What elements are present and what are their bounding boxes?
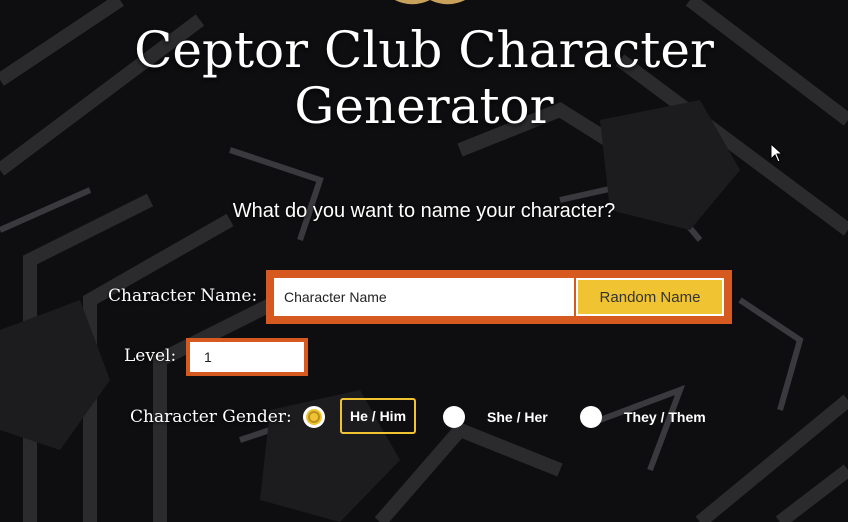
top-ornament bbox=[394, 0, 466, 5]
name-prompt: What do you want to name your character? bbox=[232, 200, 616, 222]
page-title: Ceptor Club Character Generator bbox=[0, 22, 848, 134]
character-name-label: Character Name: bbox=[108, 286, 258, 306]
gender-option-he-him[interactable]: He / Him bbox=[340, 398, 417, 434]
gender-radio-they-them[interactable] bbox=[580, 406, 602, 428]
level-input[interactable] bbox=[190, 342, 304, 372]
title-line-2: Generator bbox=[294, 77, 554, 135]
gender-option-they-them[interactable]: They / Them bbox=[624, 409, 706, 425]
gender-radio-he-him[interactable] bbox=[303, 406, 325, 428]
gender-radio-she-her[interactable] bbox=[443, 406, 465, 428]
mouse-cursor-icon bbox=[770, 143, 784, 163]
character-gender-label: Character Gender: bbox=[130, 407, 292, 427]
character-name-input[interactable] bbox=[274, 278, 574, 316]
random-name-button[interactable]: Random Name bbox=[576, 278, 724, 316]
level-label: Level: bbox=[124, 346, 177, 366]
gender-option-she-her[interactable]: She / Her bbox=[487, 409, 548, 425]
title-line-1: Ceptor Club Character bbox=[134, 21, 714, 79]
